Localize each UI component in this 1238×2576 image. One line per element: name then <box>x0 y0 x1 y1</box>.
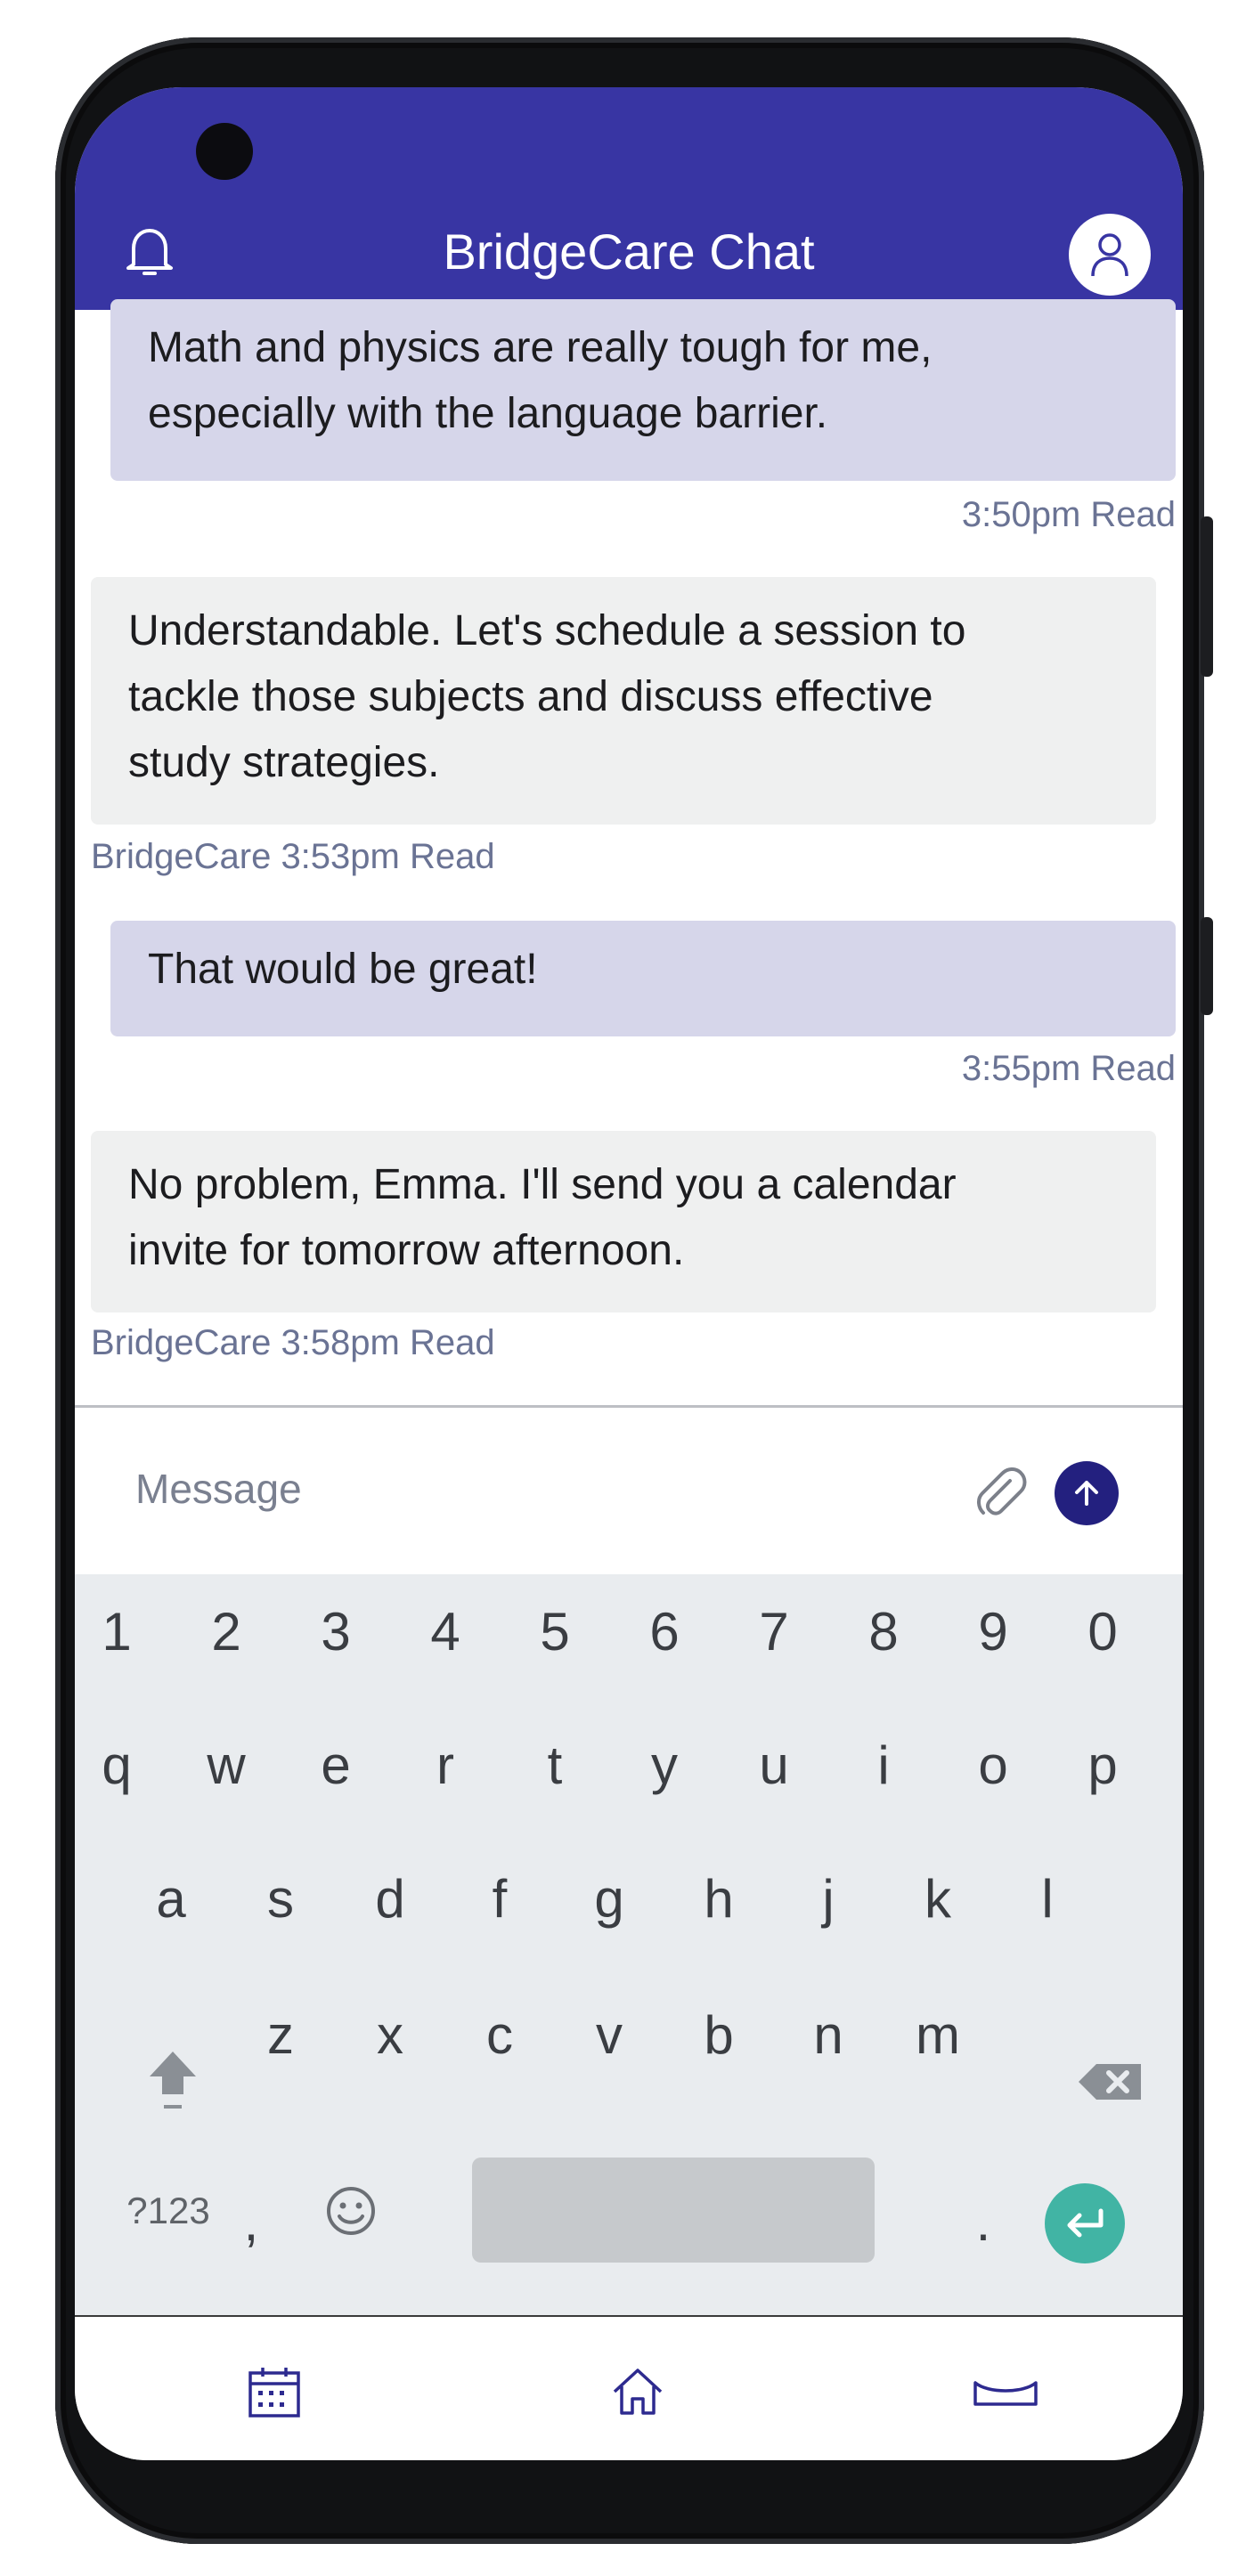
shift-key[interactable] <box>124 2028 222 2135</box>
key-t[interactable]: t <box>506 1712 604 1819</box>
bottom-navigation <box>75 2315 1183 2460</box>
message-bubble-user: That would be great! <box>110 921 1176 1036</box>
phone-side-button <box>1201 516 1213 677</box>
phone-screen: BridgeCare Chat Math and physics are rea… <box>75 87 1183 2460</box>
paperclip-icon[interactable] <box>969 1461 1031 1524</box>
front-camera <box>196 123 253 180</box>
key-j[interactable]: j <box>779 1846 877 1953</box>
message-meta: 3:55pm Read <box>961 1049 1176 1088</box>
key-2[interactable]: 2 <box>177 1579 275 1686</box>
key-d[interactable]: d <box>341 1846 439 1953</box>
key-a[interactable]: a <box>122 1846 220 1953</box>
key-b[interactable]: b <box>670 1982 768 2089</box>
key-m[interactable]: m <box>889 1982 987 2089</box>
symbols-key[interactable]: ?123 <box>110 2158 226 2264</box>
key-k[interactable]: k <box>889 1846 987 1953</box>
message-bubble-agent: Understandable. Let's schedule a session… <box>91 577 1156 825</box>
key-v[interactable]: v <box>560 1982 658 2089</box>
key-1[interactable]: 1 <box>75 1579 166 1686</box>
onscreen-keyboard: 1234567890 qwertyuiop asdfghjkl zxcvbnm … <box>75 1574 1183 2315</box>
key-q[interactable]: q <box>75 1712 166 1819</box>
key-g[interactable]: g <box>560 1846 658 1953</box>
calendar-icon[interactable] <box>239 2356 310 2427</box>
key-6[interactable]: 6 <box>615 1579 713 1686</box>
message-meta: BridgeCare 3:58pm Read <box>91 1323 495 1362</box>
space-key[interactable] <box>472 2158 875 2263</box>
key-9[interactable]: 9 <box>944 1579 1042 1686</box>
message-meta: BridgeCare 3:53pm Read <box>91 837 495 876</box>
phone-side-button-lower <box>1201 917 1213 1015</box>
send-button[interactable] <box>1055 1461 1119 1525</box>
key-p[interactable]: p <box>1054 1712 1152 1819</box>
key-4[interactable]: 4 <box>396 1579 494 1686</box>
key-e[interactable]: e <box>287 1712 385 1819</box>
comma-key[interactable]: , <box>216 2169 287 2276</box>
key-f[interactable]: f <box>451 1846 549 1953</box>
key-y[interactable]: y <box>615 1712 713 1819</box>
backspace-key[interactable] <box>1062 2028 1160 2135</box>
key-7[interactable]: 7 <box>725 1579 823 1686</box>
tray-icon[interactable] <box>965 2356 1046 2427</box>
message-composer <box>75 1405 1183 1574</box>
message-bubble-user: Math and physics are really tough for me… <box>110 299 1176 481</box>
profile-icon[interactable] <box>1069 214 1151 296</box>
key-x[interactable]: x <box>341 1982 439 2089</box>
emoji-key[interactable] <box>302 2158 400 2264</box>
key-i[interactable]: i <box>835 1712 933 1819</box>
home-icon[interactable] <box>602 2356 673 2427</box>
key-5[interactable]: 5 <box>506 1579 604 1686</box>
key-z[interactable]: z <box>232 1982 330 2089</box>
period-key[interactable]: . <box>948 2169 1019 2276</box>
message-meta: 3:50pm Read <box>961 495 1176 534</box>
return-icon <box>1067 2208 1104 2238</box>
key-3[interactable]: 3 <box>287 1579 385 1686</box>
message-input[interactable] <box>134 1443 903 1534</box>
key-0[interactable]: 0 <box>1054 1579 1152 1686</box>
key-o[interactable]: o <box>944 1712 1042 1819</box>
key-8[interactable]: 8 <box>835 1579 933 1686</box>
key-s[interactable]: s <box>232 1846 330 1953</box>
key-c[interactable]: c <box>451 1982 549 2089</box>
enter-key[interactable] <box>1045 2183 1125 2263</box>
key-w[interactable]: w <box>177 1712 275 1819</box>
message-bubble-agent: No problem, Emma. I'll send you a calend… <box>91 1131 1156 1312</box>
chat-thread: Math and physics are really tough for me… <box>75 299 1183 1405</box>
key-l[interactable]: l <box>998 1846 1096 1953</box>
app-header: BridgeCare Chat <box>75 87 1183 310</box>
key-h[interactable]: h <box>670 1846 768 1953</box>
arrow-up-icon <box>1075 1481 1098 1506</box>
app-title: BridgeCare Chat <box>443 223 815 280</box>
key-n[interactable]: n <box>779 1982 877 2089</box>
key-u[interactable]: u <box>725 1712 823 1819</box>
key-r[interactable]: r <box>396 1712 494 1819</box>
